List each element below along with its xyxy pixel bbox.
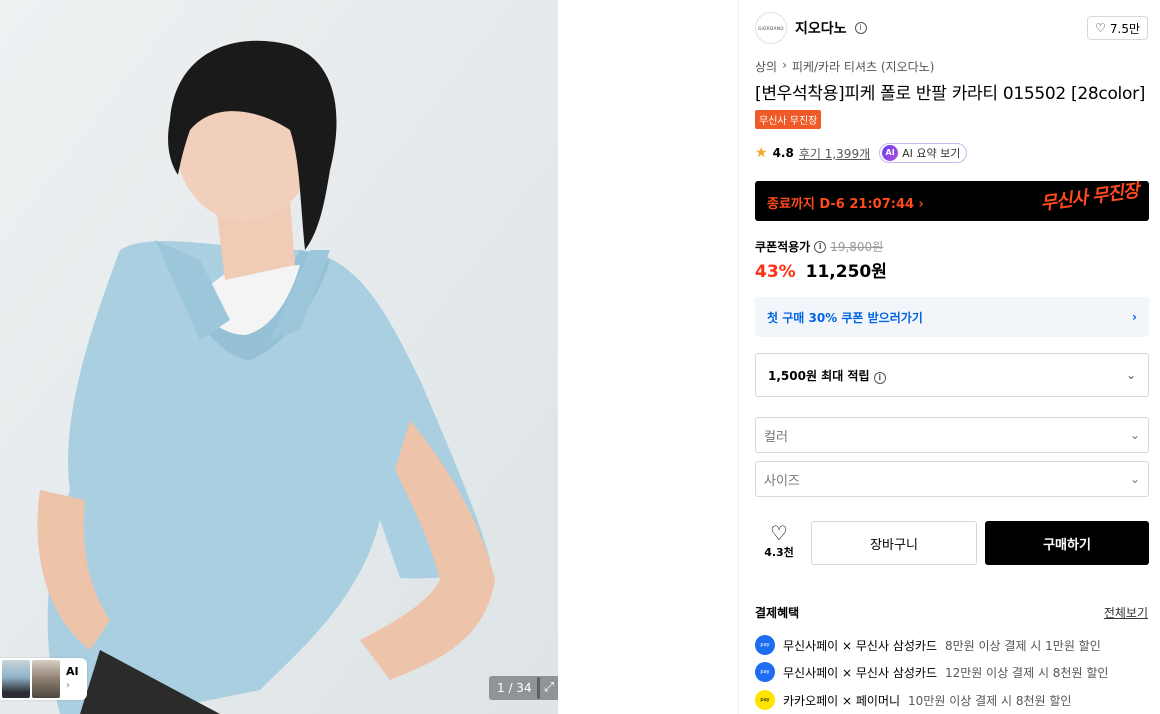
size-select-placeholder: 사이즈 [764, 473, 800, 489]
size-select[interactable]: 사이즈 ⌄ [755, 461, 1149, 497]
sale-timer-banner[interactable]: 종료까지 D-6 21:07:44 › 무신사 무진장 [755, 180, 1149, 221]
event-logo: 무신사 무진장 [1039, 180, 1141, 215]
coupon-label-text: 쿠폰적용가 [755, 240, 811, 254]
chevron-down-icon: ⌄ [1129, 428, 1140, 442]
benefit-sub: 12만원 이상 결제 시 8천원 할인 [944, 665, 1109, 680]
benefit-item: pay 무신사페이 × 무신사 삼성카드 12만원 이상 결제 시 8천원 할인 [755, 662, 1108, 682]
points-dropdown[interactable]: 1,500원 최대 적립 i ⌄ [755, 353, 1149, 397]
product-info-panel: GIORDANO 지오다노 i ♡ 7.5만 상의 › 피케/카라 티셔츠 (지… [738, 0, 1160, 714]
rating-score: 4.8 [772, 146, 794, 160]
benefit-sub: 10만원 이상 결제 시 8천원 할인 [908, 693, 1072, 708]
price-row: 43% 11,250원 [755, 257, 887, 282]
brand-like-button[interactable]: ♡ 7.5만 [1087, 16, 1148, 40]
ai-summary-label: AI 요약 보기 [902, 147, 961, 160]
kakaopay-icon: pay [755, 690, 775, 710]
star-icon: ★ [755, 145, 768, 161]
ai-thumbnail-label: AI [66, 665, 79, 678]
product-photo[interactable]: AI › 1 / 34 ⤢ [0, 0, 558, 714]
color-select[interactable]: 컬러 ⌄ [755, 417, 1149, 453]
wishlist-count: 4.3천 [764, 546, 794, 559]
promo-badge: 무신사 무진장 [755, 110, 822, 129]
color-select-placeholder: 컬러 [764, 429, 788, 445]
brand-row[interactable]: GIORDANO 지오다노 i [755, 12, 867, 44]
info-icon[interactable]: i [814, 240, 827, 253]
benefit-main: 무신사페이 × 무신사 삼성카드 [783, 665, 937, 680]
buy-now-button[interactable]: 구매하기 [985, 521, 1149, 565]
breadcrumb-item-subcategory[interactable]: 피케/카라 티셔츠 (지오다노) [792, 58, 934, 75]
thumbnail-2[interactable] [32, 660, 60, 698]
brand-logo[interactable]: GIORDANO [755, 12, 787, 44]
heart-icon: ♡ [770, 521, 788, 545]
original-price: 19,800원 [830, 240, 884, 254]
ai-icon: AI [882, 145, 899, 161]
ai-summary-button[interactable]: AI AI 요약 보기 [879, 143, 968, 163]
info-icon[interactable]: i [854, 22, 867, 34]
benefit-item: pay 무신사페이 × 무신사 삼성카드 8만원 이상 결제 시 1만원 할인 [755, 635, 1101, 655]
final-price: 11,250원 [805, 262, 887, 282]
product-page: AI › 1 / 34 ⤢ GIORDANO 지오다노 i ♡ 7.5만 상의 … [0, 0, 1160, 714]
benefit-sub: 8만원 이상 결제 시 1만원 할인 [944, 638, 1101, 653]
chevron-right-icon: › [782, 58, 787, 72]
wishlist-button[interactable]: ♡ 4.3천 [755, 522, 803, 560]
brand-like-count: 7.5만 [1109, 21, 1140, 36]
points-label: 1,500원 최대 적립 [768, 368, 870, 383]
breadcrumb: 상의 › 피케/카라 티셔츠 (지오다노) [755, 58, 934, 75]
brand-name[interactable]: 지오다노 [795, 18, 847, 38]
payment-benefits-title: 결제혜택 [755, 606, 800, 620]
reviews-link[interactable]: 후기 1,399개 [799, 145, 870, 162]
musinsa-pay-icon: pay [755, 662, 775, 682]
chevron-right-icon: › [66, 680, 70, 691]
benefit-item: pay 카카오페이 × 페이머니 10만원 이상 결제 시 8천원 할인 [755, 690, 1071, 710]
benefit-main: 카카오페이 × 페이머니 [783, 693, 901, 708]
add-to-cart-button[interactable]: 장바구니 [811, 521, 977, 565]
view-all-benefits-link[interactable]: 전체보기 [1104, 604, 1148, 621]
first-coupon-label: 첫 구매 30% 쿠폰 받으러가기 [767, 310, 923, 325]
rating-row: ★ 4.8 후기 1,399개 AI AI 요약 보기 [755, 143, 968, 163]
ai-thumbnail-button[interactable]: AI › [66, 665, 79, 693]
thumbnail-strip[interactable]: AI › [0, 658, 87, 700]
image-counter: 1 / 34 [489, 676, 540, 700]
discount-rate: 43% [755, 262, 796, 282]
breadcrumb-item-category[interactable]: 상의 [755, 58, 777, 75]
heart-icon: ♡ [1095, 21, 1106, 35]
musinsa-pay-icon: pay [755, 635, 775, 655]
coupon-price-label: 쿠폰적용가 i 19,800원 [755, 238, 883, 255]
thumbnail-1[interactable] [2, 660, 30, 698]
product-title: [변우석착용]피케 폴로 반팔 카라티 015502 [28color] [755, 84, 1146, 104]
chevron-down-icon: ⌄ [1125, 368, 1136, 382]
chevron-right-icon: › [1132, 310, 1137, 324]
model-illustration [0, 0, 558, 714]
first-purchase-coupon-button[interactable]: 첫 구매 30% 쿠폰 받으러가기 › [755, 297, 1149, 337]
chevron-down-icon: ⌄ [1129, 472, 1140, 486]
expand-icon[interactable]: ⤢ [537, 676, 558, 700]
timer-text: 종료까지 D-6 21:07:44 › [767, 197, 924, 212]
info-icon[interactable]: i [873, 371, 886, 384]
benefit-main: 무신사페이 × 무신사 삼성카드 [783, 638, 937, 653]
